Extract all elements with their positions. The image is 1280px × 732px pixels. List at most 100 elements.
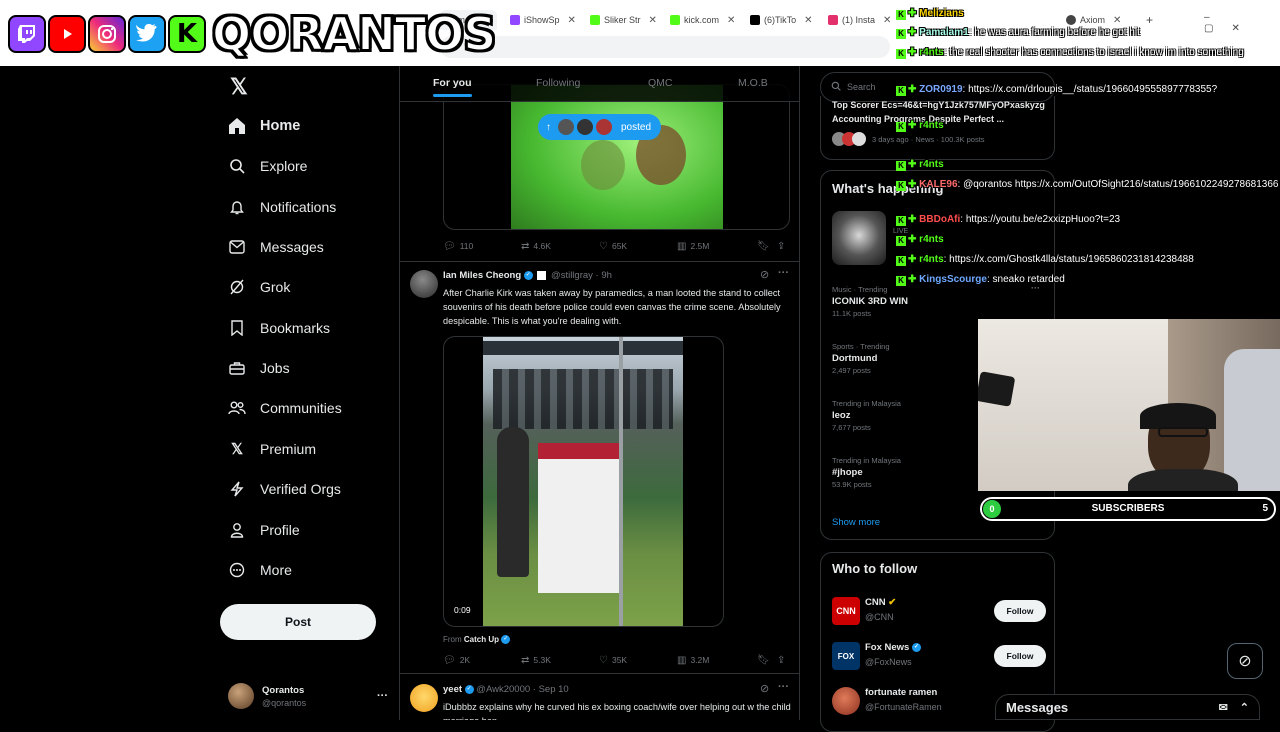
sub-badge-icon: ✚ <box>908 179 917 190</box>
home-icon <box>228 117 246 135</box>
repost-button[interactable]: ⇄ 4.6K <box>521 241 599 252</box>
more-dots-icon[interactable]: ··· <box>377 690 388 702</box>
kick-badge-icon: K <box>896 256 906 266</box>
chat-message: K ✚ KALE96: @qorantos https://x.com/OutOf… <box>896 177 1280 211</box>
close-icon[interactable]: ✕ <box>727 15 735 26</box>
post[interactable]: yeet ✓ @Awk20000 · Sep 10 ⊘ ··· iDubbbz … <box>400 674 799 720</box>
browser-tab-tiktok[interactable]: (6)TikTo ✕ <box>750 10 813 30</box>
lightning-icon <box>228 480 246 498</box>
browser-tab-sliker[interactable]: Sliker Str ✕ <box>590 10 657 30</box>
grok-icon[interactable]: ⊘ <box>760 682 769 695</box>
views-button[interactable]: ▥ 2.5M <box>677 241 757 252</box>
nav-home[interactable]: Home <box>228 114 300 138</box>
nav-explore[interactable]: Explore <box>228 154 307 178</box>
nav-premium[interactable]: 𝕏 Premium <box>228 437 316 461</box>
nav-bookmarks[interactable]: Bookmarks <box>228 316 330 340</box>
share-icon[interactable]: ⇪ <box>777 655 785 666</box>
like-button[interactable]: ♡ 65K <box>599 241 677 252</box>
grok-icon[interactable]: ⊘ <box>760 268 769 281</box>
trend-item[interactable]: Trending in Malaysia #jhope 53.9K posts <box>832 456 901 489</box>
bookmark-icon[interactable]: 🔖︎ <box>757 655 777 666</box>
bookmark-icon[interactable]: 🔖︎ <box>757 241 777 252</box>
follow-button[interactable]: Follow <box>994 600 1046 622</box>
more-dots-icon[interactable]: ··· <box>778 681 789 693</box>
kick-badge-icon: K <box>896 181 906 191</box>
like-button[interactable]: ♡ 35K <box>599 655 677 666</box>
nav-grok[interactable]: Grok <box>228 275 290 299</box>
post-time[interactable]: · Sep 10 <box>533 684 569 695</box>
browser-tab-instagram[interactable]: (1) Insta ✕ <box>828 10 891 30</box>
follow-button[interactable]: Follow <box>994 645 1046 667</box>
close-icon[interactable]: ✕ <box>568 15 576 26</box>
reply-button[interactable]: 💬︎ 110 <box>443 241 521 252</box>
sub-badge-icon: ✚ <box>908 27 917 38</box>
twitch-favicon-icon <box>510 15 520 25</box>
close-icon[interactable]: ✕ <box>883 15 891 26</box>
source-link[interactable]: Catch Up <box>464 635 499 644</box>
messages-drawer[interactable]: Messages ✉ ⌃ <box>995 694 1260 720</box>
tab-mob[interactable]: M.O.B <box>738 77 768 89</box>
address-bar[interactable] <box>440 36 890 58</box>
tab-qmc[interactable]: QMC <box>648 77 673 89</box>
verified-badge-icon: ✓ <box>523 270 533 280</box>
nav-verified-orgs[interactable]: Verified Orgs <box>228 477 341 501</box>
nav-communities[interactable]: Communities <box>228 396 342 420</box>
chat-message: K ✚ ZOR0919: https://x.com/drloupis__/sta… <box>896 82 1280 98</box>
reply-button[interactable]: 💬︎ 2K <box>443 655 521 666</box>
follow-suggestion[interactable]: CNN CNN ✔ @CNN Follow <box>821 593 1056 629</box>
chevron-up-icon[interactable]: ⌃ <box>1240 701 1249 714</box>
sub-badge-icon: ✚ <box>908 234 917 245</box>
author-handle[interactable]: @stillgray <box>551 270 593 281</box>
trend-item[interactable]: Trending in Malaysia leoz 7,677 posts <box>832 399 901 432</box>
more-dots-icon[interactable]: ··· <box>778 267 789 279</box>
account-switcher[interactable]: Qorantos @qorantos ··· <box>228 678 388 714</box>
chat-username: r4nts <box>919 120 944 131</box>
close-icon[interactable]: ✕ <box>649 15 657 26</box>
nav-profile[interactable]: Profile <box>228 518 300 542</box>
nav-label: Communities <box>260 400 342 416</box>
nav-messages[interactable]: Messages <box>228 235 324 259</box>
close-icon[interactable]: ✕ <box>804 15 812 26</box>
nav-jobs[interactable]: Jobs <box>228 356 290 380</box>
youtube-icon <box>48 15 86 53</box>
post[interactable]: Ian Miles Cheong ✓ @stillgray · 9h ⊘ ···… <box>400 262 799 674</box>
sub-badge-icon: ✚ <box>908 120 917 131</box>
tab-following[interactable]: Following <box>536 77 580 89</box>
video-frame <box>483 337 683 626</box>
browser-tab-kick[interactable]: kick.com ✕ <box>670 10 735 30</box>
author-name[interactable]: Ian Miles Cheong <box>443 270 521 281</box>
post-video[interactable]: 0:09 <box>443 336 724 627</box>
chat-message: K ✚ r4nts: the real shooter has connectio… <box>896 45 1280 79</box>
nav-notifications[interactable]: Notifications <box>228 195 336 219</box>
author-name[interactable]: yeet <box>443 684 462 695</box>
author-handle[interactable]: @Awk20000 <box>476 684 530 695</box>
live-event-thumbnail[interactable] <box>832 211 886 265</box>
post-media[interactable] <box>443 84 790 230</box>
kick-badge-icon: K <box>896 216 906 226</box>
tab-label: Sliker Str <box>604 15 641 25</box>
instagram-icon <box>88 15 126 53</box>
trend-count: 7,677 posts <box>832 423 871 432</box>
trend-item[interactable]: Sports · Trending Dortmund 2,497 posts <box>832 342 890 375</box>
repost-button[interactable]: ⇄ 5.3K <box>521 655 599 666</box>
bell-icon <box>228 198 246 216</box>
chat-username: ZOR0919 <box>919 84 963 95</box>
chat-message: K ✚ r4nts <box>896 118 1280 134</box>
new-message-icon[interactable]: ✉ <box>1219 701 1228 714</box>
post-time[interactable]: · 9h <box>596 270 612 281</box>
new-posts-pill[interactable]: ↑ posted <box>538 114 662 140</box>
views-button[interactable]: ▥ 3.2M <box>677 655 757 666</box>
browser-tab-ishowspeed[interactable]: iShowSp ✕ <box>510 10 576 30</box>
x-logo-icon[interactable]: 𝕏 <box>230 74 248 100</box>
share-icon[interactable]: ⇪ <box>777 241 785 252</box>
chat-username: Pamalam1 <box>919 27 969 38</box>
verified-badge-icon: ✓ <box>912 642 921 652</box>
follow-suggestion[interactable]: FOX Fox News ✓ @FoxNews Follow <box>821 638 1056 674</box>
show-more-link[interactable]: Show more <box>832 517 880 528</box>
repost-icon: ⇄ <box>521 654 530 666</box>
post-button[interactable]: Post <box>220 604 376 640</box>
grok-floating-button[interactable]: ⊘ <box>1227 643 1263 679</box>
trend-category: Trending in Malaysia <box>832 399 901 408</box>
tab-for-you[interactable]: For you <box>433 77 472 97</box>
nav-more[interactable]: More <box>228 558 292 582</box>
